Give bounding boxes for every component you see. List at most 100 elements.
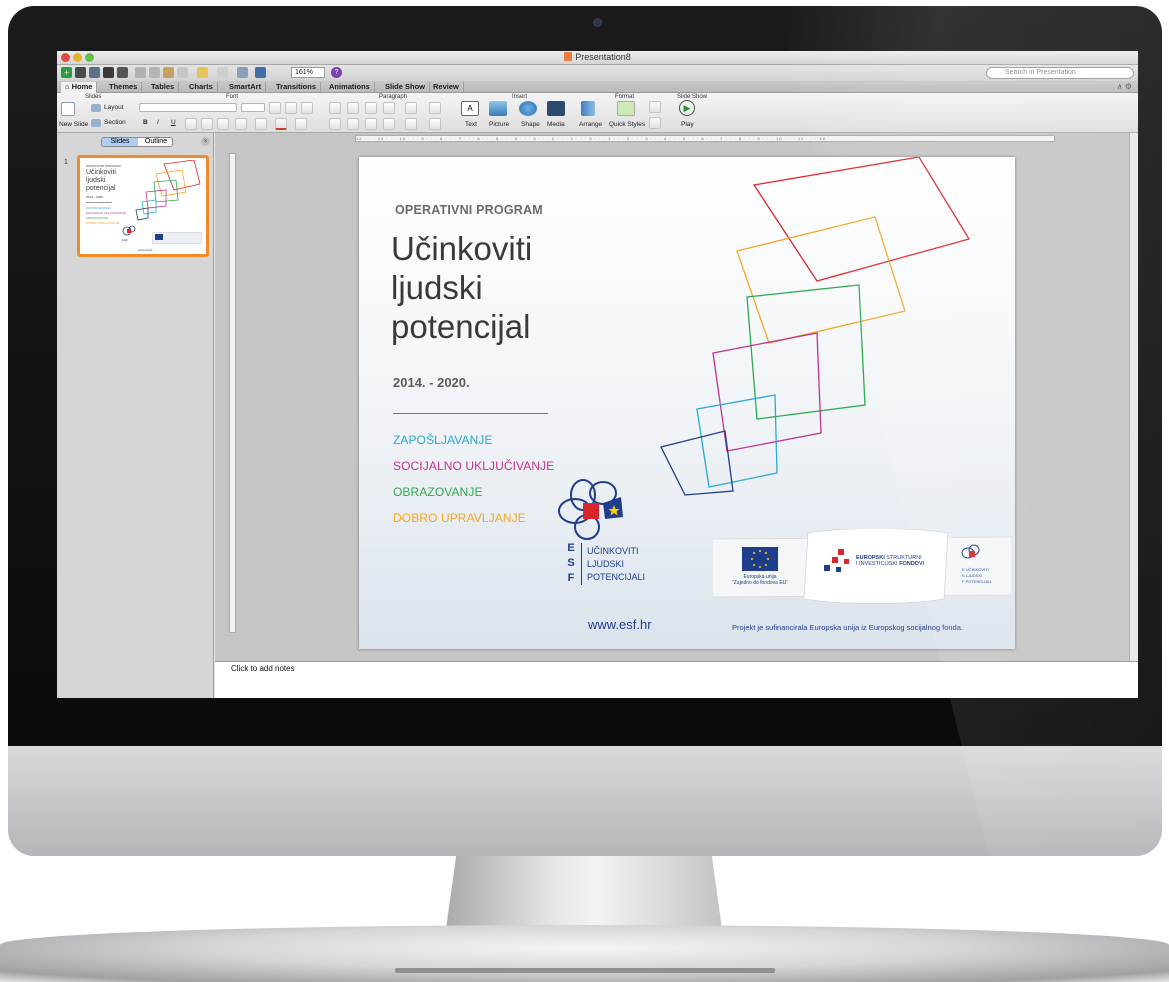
shape-line-button[interactable] xyxy=(649,117,661,129)
font-size-field[interactable] xyxy=(241,103,265,112)
layout-button[interactable]: Layout xyxy=(104,104,124,111)
shrink-font-button[interactable] xyxy=(285,102,297,114)
tab-home[interactable]: ⌂ Home xyxy=(61,82,98,93)
insert-picture-button[interactable]: Picture xyxy=(489,121,509,128)
paste-icon[interactable] xyxy=(163,67,174,78)
play-icon: ▶ xyxy=(679,100,695,116)
increase-indent-button[interactable] xyxy=(383,102,395,114)
help-button[interactable]: ? xyxy=(331,67,342,78)
section-button[interactable]: Section xyxy=(104,119,126,126)
toolbox-icon[interactable] xyxy=(255,67,266,78)
window-title: Presentation8 xyxy=(57,52,1138,62)
text-effects-button[interactable] xyxy=(235,118,247,130)
tab-charts[interactable]: Charts xyxy=(185,82,218,93)
new-presentation-icon[interactable]: + xyxy=(61,67,72,78)
slide-item-social-inclusion: SOCIJALNO UKLJUČIVANJE xyxy=(393,459,555,473)
esf-letters: E S F xyxy=(567,542,575,584)
group-label-format: Format xyxy=(615,94,635,100)
bullets-button[interactable] xyxy=(329,102,341,114)
templates-icon[interactable] xyxy=(75,67,86,78)
tab-animations[interactable]: Animations xyxy=(325,82,375,93)
slide-item-employment: ZAPOŠLJAVANJE xyxy=(393,433,493,447)
tab-smartart[interactable]: SmartArt xyxy=(225,82,267,93)
save-icon[interactable] xyxy=(103,67,114,78)
group-label-paragraph: Paragraph xyxy=(379,94,408,100)
font-name-field[interactable] xyxy=(139,103,237,112)
align-center-button[interactable] xyxy=(347,118,359,130)
format-painter-icon[interactable] xyxy=(177,67,188,78)
copy-icon[interactable] xyxy=(149,67,160,78)
redo-icon[interactable] xyxy=(217,67,228,78)
tab-outline[interactable]: Outline xyxy=(138,138,174,146)
thumb-title-2: ljudski xyxy=(86,177,106,184)
slide-years: 2014. - 2020. xyxy=(393,375,470,390)
tab-themes[interactable]: Themes xyxy=(105,82,143,93)
open-icon[interactable] xyxy=(89,67,100,78)
underline-button[interactable]: U xyxy=(171,119,176,126)
text-direction-button[interactable] xyxy=(405,118,417,130)
align-left-button[interactable] xyxy=(329,118,341,130)
quick-styles-icon xyxy=(617,101,635,116)
align-text-button[interactable] xyxy=(429,118,441,130)
clear-format-button[interactable] xyxy=(301,102,313,114)
font-color-dropdown[interactable] xyxy=(295,118,307,130)
superscript-button[interactable] xyxy=(201,118,213,130)
subscript-button[interactable] xyxy=(217,118,229,130)
tab-slide-show[interactable]: Slide Show xyxy=(381,82,431,93)
strikethrough-button[interactable] xyxy=(185,118,197,130)
shape-fill-button[interactable] xyxy=(649,101,661,113)
tab-slides[interactable]: Slides xyxy=(102,138,138,146)
funding-banner: Europska unija "Zajedno do fondova EU" E… xyxy=(712,529,1015,604)
decrease-indent-button[interactable] xyxy=(365,102,377,114)
thumb-url: www.esf.hr xyxy=(138,248,153,252)
close-sidebar-icon[interactable]: × xyxy=(201,137,210,146)
search-input[interactable]: Search in Presentation xyxy=(986,67,1134,79)
vertical-scrollbar[interactable] xyxy=(1129,133,1138,661)
bold-button[interactable]: B xyxy=(143,119,148,126)
insert-media-button[interactable]: Media xyxy=(547,121,565,128)
thumb-title-1: Učinkoviti xyxy=(86,169,116,176)
layout-icon xyxy=(91,104,101,112)
slide-thumbnail[interactable]: OPERATIVNI PROGRAM Učinkoviti ljudski po… xyxy=(77,155,209,257)
vertical-ruler[interactable] xyxy=(229,153,236,633)
tab-review[interactable]: Review xyxy=(429,82,464,93)
font-color-button[interactable] xyxy=(275,118,287,130)
play-button[interactable]: Play xyxy=(681,121,694,128)
undo-icon[interactable] xyxy=(197,67,208,78)
italic-button[interactable]: I xyxy=(157,119,159,126)
numbering-button[interactable] xyxy=(347,102,359,114)
cut-icon[interactable] xyxy=(135,67,146,78)
quick-styles-button[interactable]: Quick Styles xyxy=(609,121,645,128)
zoom-field[interactable]: 161% xyxy=(291,67,325,78)
columns-button[interactable] xyxy=(429,102,441,114)
collapse-ribbon-icon[interactable]: ∧ ⚙ xyxy=(1117,82,1132,91)
arrange-icon xyxy=(581,101,595,116)
notes-pane[interactable]: Click to add notes xyxy=(215,661,1138,698)
insert-text-button[interactable]: Text xyxy=(465,121,477,128)
tab-transitions[interactable]: Transitions xyxy=(272,82,322,93)
slide-canvas[interactable]: OPERATIVNI PROGRAM Učinkoviti ljudski po… xyxy=(359,157,1015,649)
gallery-icon[interactable] xyxy=(237,67,248,78)
group-label-font: Font xyxy=(226,94,239,100)
slide-credit: Projekt je sufinancirala Europska unija … xyxy=(732,623,963,632)
insert-shape-button[interactable]: Shape xyxy=(521,121,540,128)
horizontal-ruler[interactable]: 12 · · · 11 · · · 10 · · · 9 · · · 8 · ·… xyxy=(355,135,1055,142)
line-spacing-button[interactable] xyxy=(405,102,417,114)
thumb-item-4: DOBRO UPRAVLJANJE xyxy=(86,221,119,225)
highlight-button[interactable] xyxy=(255,118,267,130)
new-slide-icon[interactable] xyxy=(61,102,75,116)
align-right-button[interactable] xyxy=(365,118,377,130)
group-label-slide-show: Slide Show xyxy=(677,94,708,100)
colored-squares-graphic xyxy=(660,157,971,496)
new-slide-button[interactable]: New Slide xyxy=(59,121,88,128)
esf-wordmark: UČINKOVITI LJUDSKI POTENCIJALI xyxy=(587,546,646,582)
tab-tables[interactable]: Tables xyxy=(147,82,180,93)
justify-button[interactable] xyxy=(383,118,395,130)
esf-divider xyxy=(581,543,582,585)
arrange-button[interactable]: Arrange xyxy=(579,121,602,128)
slide-url: www.esf.hr xyxy=(588,617,652,632)
thumb-squares-graphic xyxy=(135,160,201,221)
monitor-chin xyxy=(8,746,1162,856)
print-icon[interactable] xyxy=(117,67,128,78)
grow-font-button[interactable] xyxy=(269,102,281,114)
